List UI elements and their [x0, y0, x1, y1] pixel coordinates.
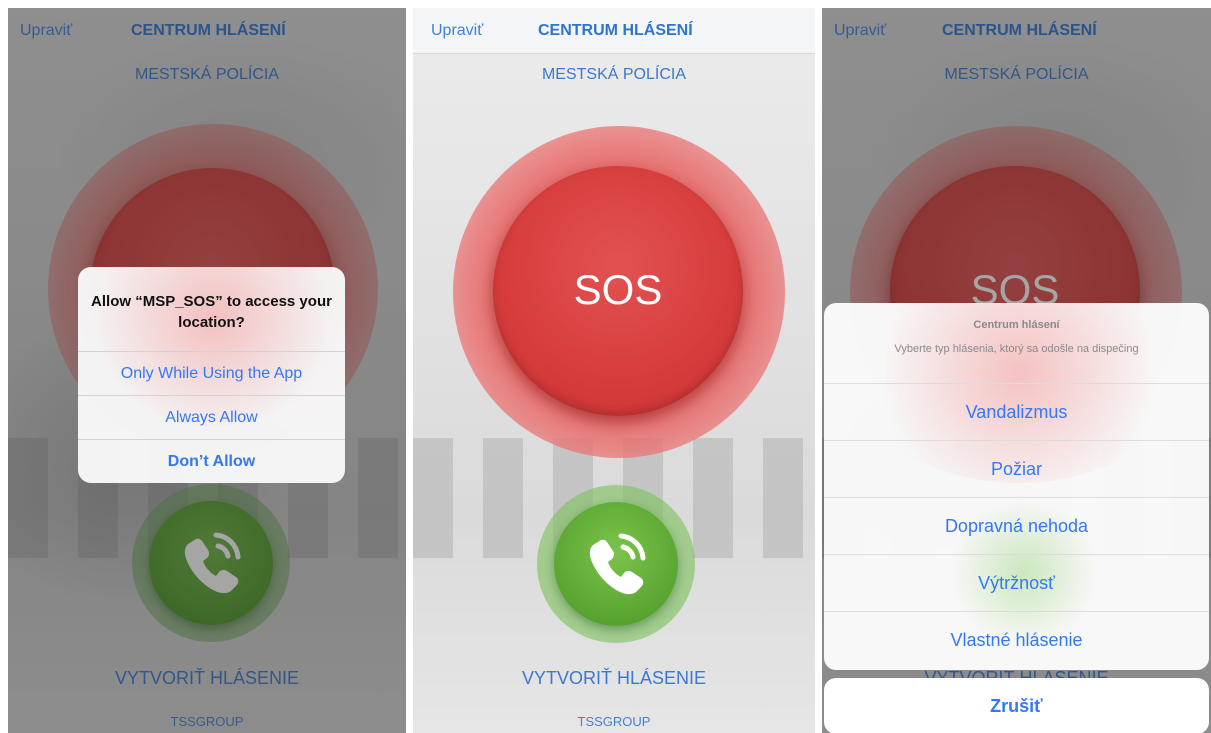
screen-main: Upraviť CENTRUM HLÁSENÍ MESTSKÁ POLÍCIA … [413, 8, 815, 733]
screen-report-type: Upraviť CENTRUM HLÁSENÍ MESTSKÁ POLÍCIA … [822, 8, 1211, 733]
always-allow-button[interactable]: Always Allow [78, 395, 345, 439]
cancel-button[interactable]: Zrušiť [824, 678, 1209, 733]
sheet-message: Vyberte typ hlásenia, ktorý sa odošle na… [894, 343, 1139, 355]
alert-title: Allow “MSP_SOS” to access your location? [91, 293, 332, 331]
option-traffic-accident[interactable]: Dopravná nehoda [824, 497, 1209, 553]
app-comparison: Upraviť CENTRUM HLÁSENÍ MESTSKÁ POLÍCIA … [0, 0, 1211, 733]
report-type-action-sheet: Centrum hlásení Vyberte typ hlásenia, kt… [824, 303, 1209, 670]
create-report-link[interactable]: VYTVORIŤ HLÁSENIE [413, 668, 815, 689]
option-custom-report[interactable]: Vlastné hlásenie [824, 611, 1209, 667]
phone-ringing-icon [589, 533, 646, 595]
edit-button[interactable]: Upraviť [431, 22, 483, 40]
navigation-bar: Upraviť CENTRUM HLÁSENÍ [413, 8, 815, 54]
nav-title: CENTRUM HLÁSENÍ [538, 22, 693, 39]
option-vandalism[interactable]: Vandalizmus [824, 383, 1209, 439]
location-permission-alert: Allow “MSP_SOS” to access your location?… [78, 267, 345, 483]
sheet-header: Centrum hlásení Vyberte typ hlásenia, kt… [824, 303, 1209, 383]
option-fire[interactable]: Požiar [824, 440, 1209, 496]
option-disturbance[interactable]: Výtržnosť [824, 554, 1209, 610]
footer-brand: TSSGROUP [577, 714, 651, 729]
call-button[interactable] [554, 502, 678, 626]
sos-label: SOS [573, 266, 663, 313]
sos-button[interactable]: SOS [493, 166, 743, 416]
subtitle: MESTSKÁ POLÍCIA [541, 66, 687, 83]
sheet-title: Centrum hlásení [973, 319, 1060, 331]
dont-allow-button[interactable]: Don’t Allow [78, 439, 345, 483]
only-while-using-button[interactable]: Only While Using the App [78, 351, 345, 395]
screen-location-permission: Upraviť CENTRUM HLÁSENÍ MESTSKÁ POLÍCIA … [8, 8, 406, 733]
